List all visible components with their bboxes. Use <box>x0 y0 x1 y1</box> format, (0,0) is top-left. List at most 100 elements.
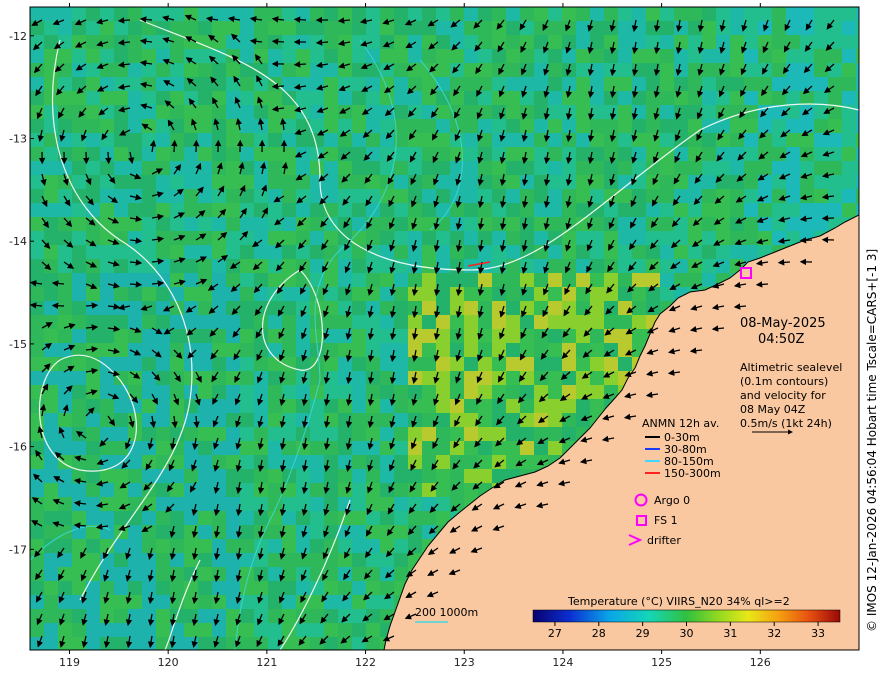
sst-cell <box>422 189 436 203</box>
sst-cell <box>128 77 142 91</box>
sst-cell <box>72 245 86 259</box>
sst-cell <box>408 497 422 511</box>
sst-cell <box>198 469 212 483</box>
sst-cell <box>142 63 156 77</box>
sst-cell <box>590 35 604 49</box>
sst-cell <box>422 525 436 539</box>
sst-cell <box>702 217 716 231</box>
sst-cell <box>702 147 716 161</box>
sst-cell <box>240 539 254 553</box>
sst-cell <box>450 119 464 133</box>
sst-cell <box>814 21 828 35</box>
sst-cell <box>324 133 338 147</box>
sst-cell <box>170 133 184 147</box>
sst-cell <box>436 357 450 371</box>
sst-cell <box>198 63 212 77</box>
sst-cell <box>772 161 786 175</box>
sst-cell <box>674 21 688 35</box>
sst-cell <box>422 511 436 525</box>
sst-cell <box>156 119 170 133</box>
sst-cell <box>352 175 366 189</box>
sst-cell <box>352 21 366 35</box>
sst-cell <box>422 231 436 245</box>
sst-cell <box>492 385 506 399</box>
sst-cell <box>352 105 366 119</box>
sst-cell <box>296 469 310 483</box>
sst-cell <box>576 161 590 175</box>
colorbar-tick-label: 27 <box>548 627 562 640</box>
sst-cell <box>492 329 506 343</box>
sst-cell <box>478 91 492 105</box>
fs-legend-label: FS 1 <box>654 514 678 527</box>
sst-cell <box>198 455 212 469</box>
sst-cell <box>226 63 240 77</box>
sst-cell <box>100 413 114 427</box>
sst-cell <box>156 413 170 427</box>
sst-cell <box>856 105 859 119</box>
sst-cell <box>842 77 856 91</box>
sst-cell <box>296 343 310 357</box>
sst-cell <box>422 385 436 399</box>
sst-cell <box>44 7 58 21</box>
sst-cell <box>142 133 156 147</box>
sst-cell <box>296 413 310 427</box>
sst-cell <box>758 175 772 189</box>
sst-cell <box>380 427 394 441</box>
sst-cell <box>352 455 366 469</box>
sst-cell <box>198 217 212 231</box>
sst-cell <box>394 469 408 483</box>
sst-cell <box>828 63 842 77</box>
sst-cell <box>394 497 408 511</box>
sst-cell <box>716 7 730 21</box>
sst-cell <box>72 399 86 413</box>
sst-cell <box>156 609 170 623</box>
velocity-arrow <box>117 17 131 24</box>
sst-cell <box>72 161 86 175</box>
sst-cell <box>156 441 170 455</box>
sst-cell <box>268 371 282 385</box>
sst-cell <box>170 511 184 525</box>
sst-cell <box>702 91 716 105</box>
sst-cell <box>534 231 548 245</box>
sst-cell <box>58 287 72 301</box>
sst-cell <box>674 273 688 287</box>
sst-cell <box>408 441 422 455</box>
sst-cell <box>100 189 114 203</box>
sst-cell <box>72 287 86 301</box>
sst-cell <box>576 301 590 315</box>
sst-cell <box>72 7 86 21</box>
sst-cell <box>436 413 450 427</box>
sst-cell <box>156 231 170 245</box>
sst-cell <box>142 539 156 553</box>
sst-cell <box>128 203 142 217</box>
sst-cell <box>520 21 534 35</box>
sst-cell <box>324 161 338 175</box>
sst-cell <box>450 343 464 357</box>
sst-cell <box>128 119 142 133</box>
sst-cell <box>856 63 859 77</box>
sst-cell <box>464 231 478 245</box>
sst-cell <box>114 49 128 63</box>
sst-cell <box>240 413 254 427</box>
sst-cell <box>30 217 44 231</box>
sst-cell <box>814 217 828 231</box>
sst-cell <box>366 427 380 441</box>
sst-cell <box>128 105 142 119</box>
sst-cell <box>100 245 114 259</box>
sst-cell <box>394 105 408 119</box>
sst-cell <box>422 203 436 217</box>
sst-cell <box>674 217 688 231</box>
y-tick-label: -13 <box>9 132 27 145</box>
sst-cell <box>142 427 156 441</box>
sst-cell <box>198 595 212 609</box>
sst-cell <box>324 385 338 399</box>
sst-cell <box>366 469 380 483</box>
sst-cell <box>198 49 212 63</box>
sst-cell <box>30 105 44 119</box>
sst-cell <box>170 273 184 287</box>
sst-cell <box>114 315 128 329</box>
sst-cell <box>310 427 324 441</box>
sst-cell <box>296 581 310 595</box>
sst-cell <box>226 539 240 553</box>
sst-cell <box>450 497 464 511</box>
